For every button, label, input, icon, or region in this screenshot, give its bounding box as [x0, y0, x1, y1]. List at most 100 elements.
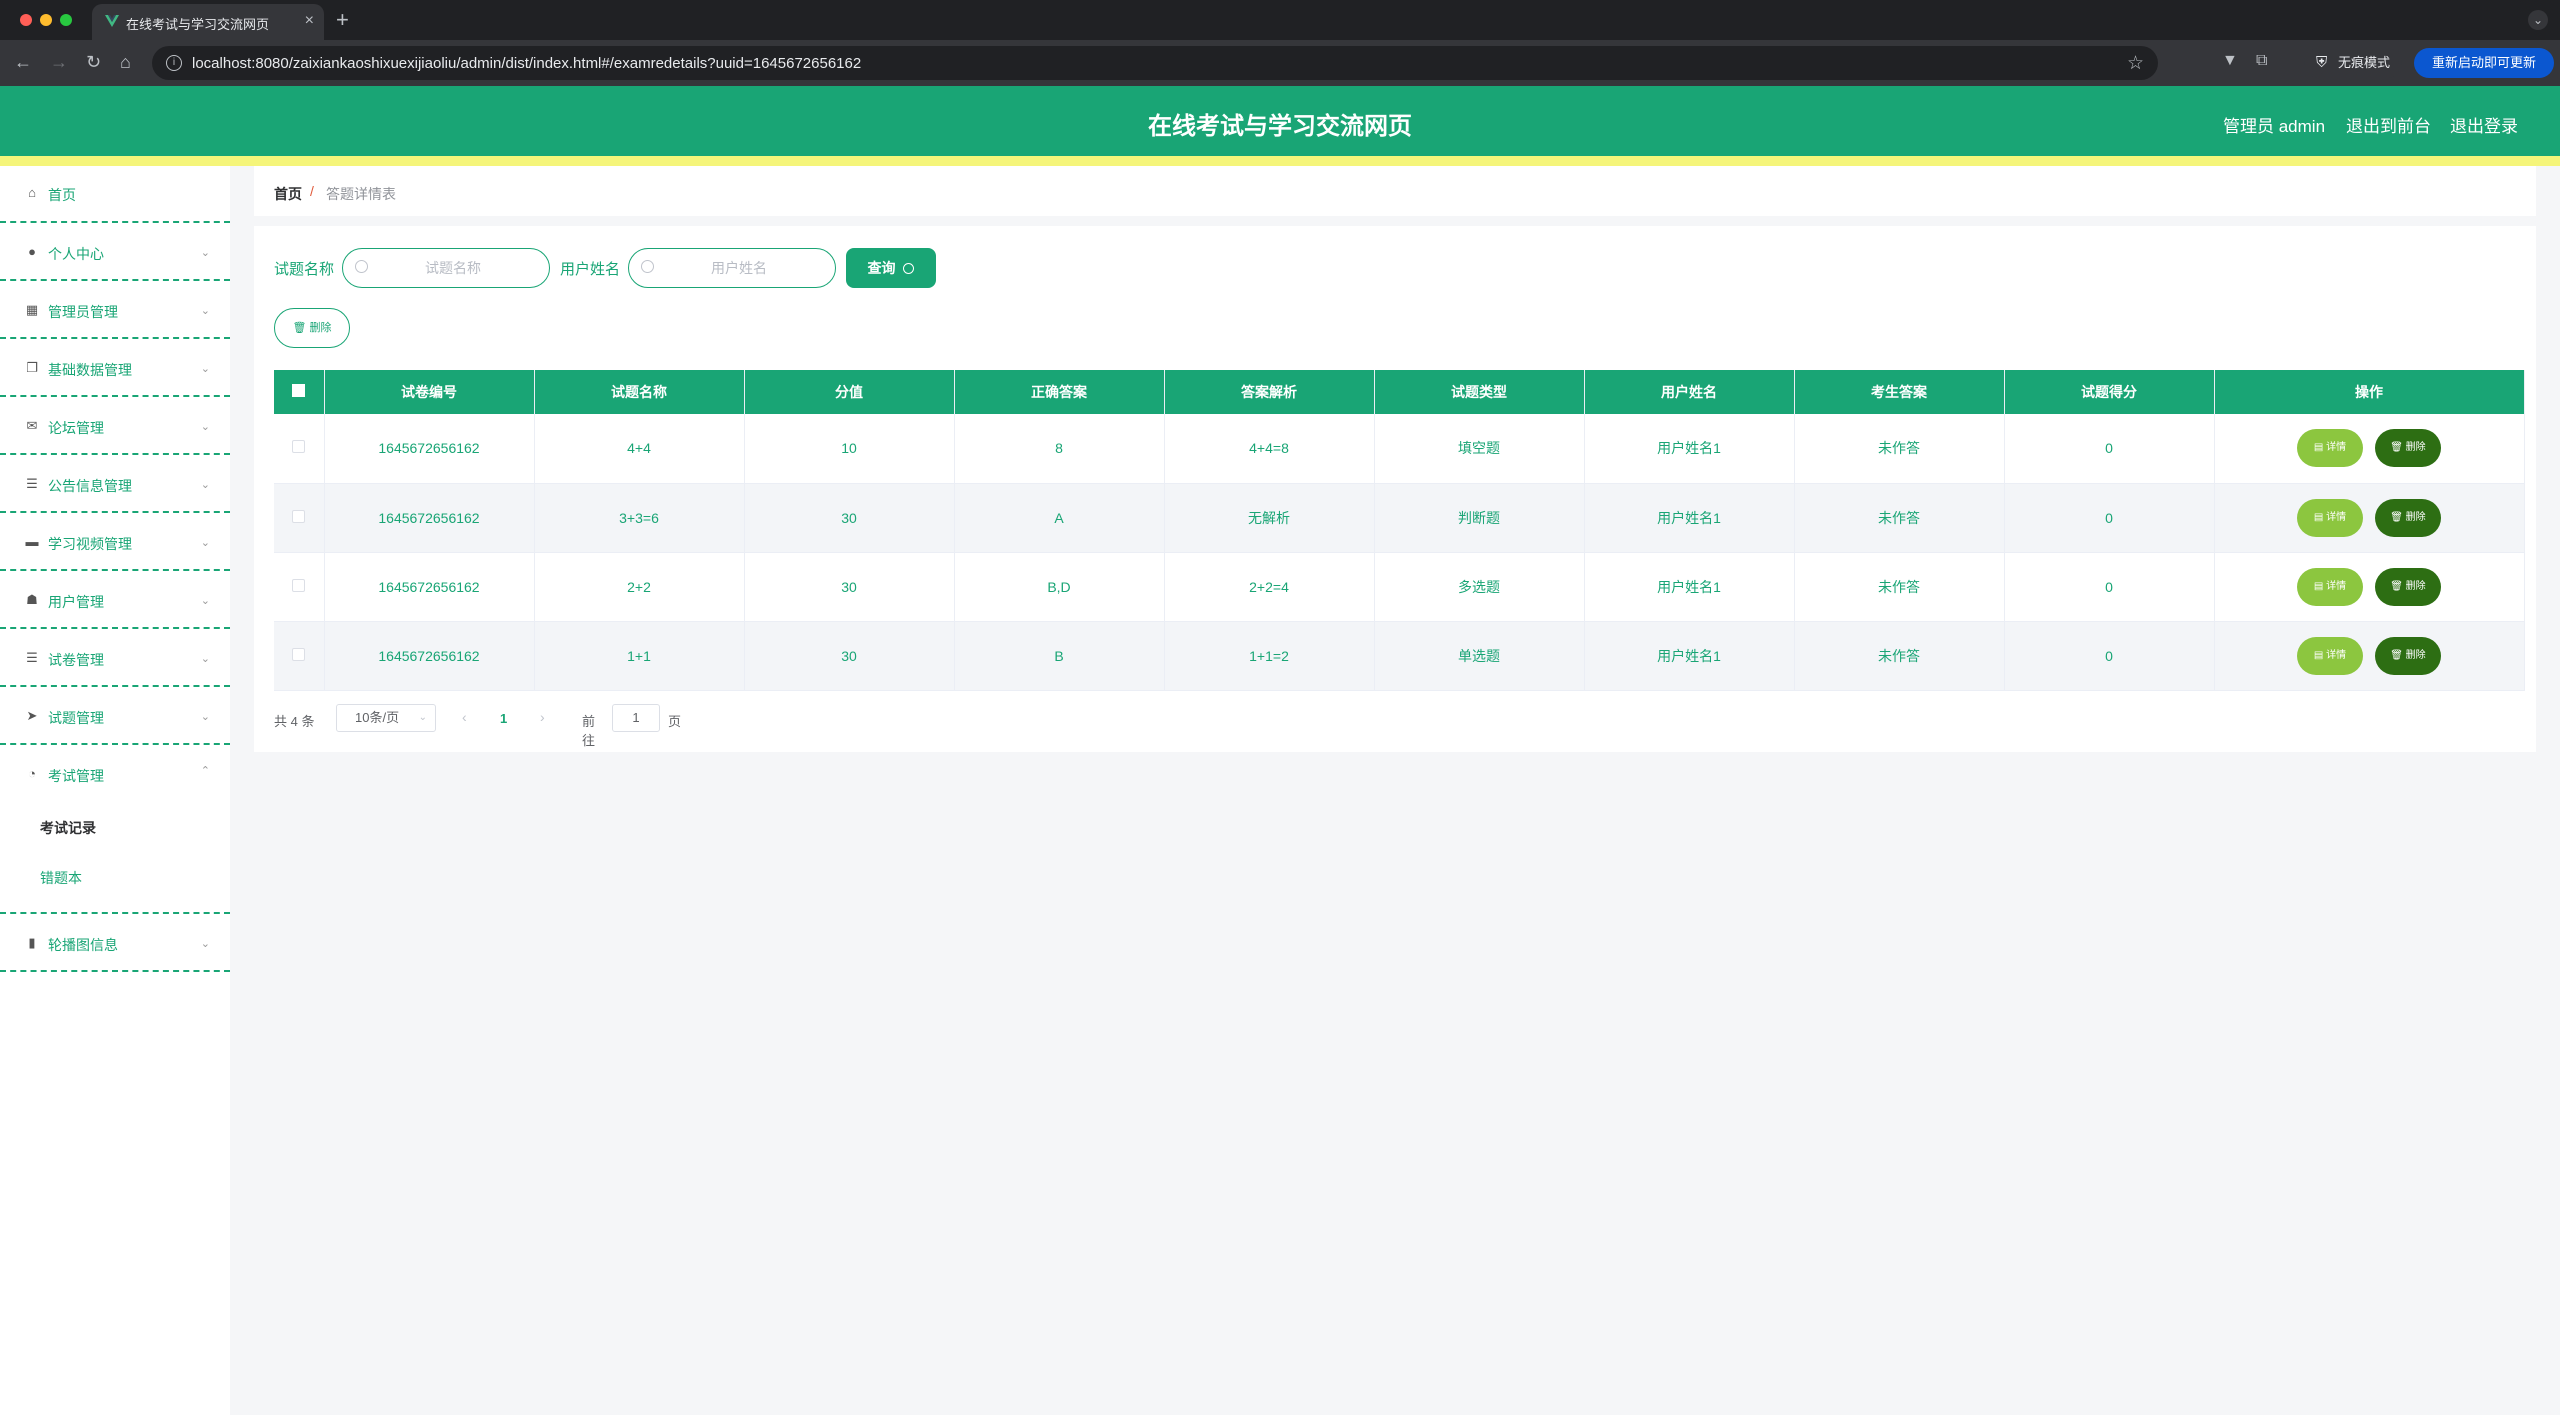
- batch-delete-button[interactable]: 🗑 删除: [274, 308, 350, 348]
- home-icon[interactable]: ⌂: [120, 52, 131, 72]
- sidebar-item-exams[interactable]: ◔ 考试管理 ⌃ 考试记录 错题本: [0, 746, 230, 914]
- delete-label: 删除: [2405, 511, 2426, 523]
- detail-label: 详情: [2326, 649, 2347, 661]
- logout-link[interactable]: 退出登录: [2450, 112, 2518, 137]
- sidebar-item-carousel[interactable]: ▮ 轮播图信息 ⌄: [0, 915, 230, 972]
- chevron-down-icon: ⌄: [200, 938, 210, 950]
- query-button[interactable]: 查询: [846, 248, 936, 288]
- detail-button[interactable]: ▤ 详情: [2297, 567, 2364, 606]
- sidebar-item-forum[interactable]: ✉ 论坛管理 ⌄: [0, 398, 230, 455]
- table-cell: 用户姓名1: [1584, 414, 1795, 484]
- close-window-button[interactable]: [20, 14, 32, 26]
- sidebar-item-label: 个人中心: [48, 246, 104, 262]
- submenu-wrong-questions[interactable]: 错题本: [40, 868, 82, 888]
- send-icon: ➤: [26, 708, 38, 723]
- table-cell: A: [954, 483, 1165, 553]
- table-cell: 3+3=6: [534, 483, 745, 553]
- page-unit-label: 页: [668, 714, 682, 729]
- goto-page-input[interactable]: 1: [612, 704, 660, 732]
- sidebar-item-notices[interactable]: ☰ 公告信息管理 ⌄: [0, 456, 230, 513]
- sidebar-item-label: 论坛管理: [48, 420, 104, 436]
- incognito-icon: ⛨: [2316, 54, 2328, 71]
- doc-icon: ▤: [2313, 511, 2327, 523]
- page-size-select[interactable]: 10条/页 ⌄: [336, 704, 436, 732]
- table-cell: 1+1=2: [1164, 621, 1375, 691]
- list-icon: ☰: [26, 476, 38, 491]
- reload-icon[interactable]: ↻: [86, 52, 101, 72]
- question-name-input[interactable]: [373, 257, 533, 279]
- question-name-field[interactable]: [342, 248, 550, 288]
- user-name-field[interactable]: [628, 248, 836, 288]
- chevron-down-icon: ⌄: [200, 421, 210, 433]
- delete-button[interactable]: 🗑 删除: [2374, 429, 2441, 468]
- row-checkbox[interactable]: [292, 440, 306, 454]
- puzzle-icon[interactable]: ⧉: [2256, 52, 2267, 70]
- table-cell: B: [954, 621, 1165, 691]
- forward-icon[interactable]: →: [50, 52, 68, 72]
- goto-label: 前往: [582, 714, 596, 748]
- home-icon: ⌂: [28, 185, 36, 200]
- sidebar-item-admins[interactable]: ▦ 管理员管理 ⌄: [0, 282, 230, 339]
- sidebar-item-users[interactable]: ☗ 用户管理 ⌄: [0, 572, 230, 629]
- submenu-exam-records[interactable]: 考试记录: [40, 818, 96, 838]
- sidebar-item-label: 基础数据管理: [48, 362, 132, 378]
- row-checkbox[interactable]: [292, 509, 306, 523]
- row-checkbox[interactable]: [292, 578, 306, 592]
- back-to-front-link[interactable]: 退出到前台: [2346, 112, 2431, 137]
- back-icon[interactable]: ←: [14, 52, 32, 72]
- table-cell: 未作答: [1794, 483, 2005, 553]
- sidebar-item-papers[interactable]: ☰ 试卷管理 ⌄: [0, 630, 230, 687]
- tab-search-icon[interactable]: ⌄: [2528, 10, 2548, 30]
- sidebar-item-label: 考试管理: [48, 768, 104, 784]
- table-cell: B,D: [954, 552, 1165, 622]
- next-page-icon[interactable]: ›: [540, 709, 545, 725]
- minimize-window-button[interactable]: [40, 14, 52, 26]
- delete-button[interactable]: 🗑 删除: [2374, 636, 2441, 675]
- table-cell: 2+2=4: [1164, 552, 1375, 622]
- sidebar-item-personal[interactable]: ● 个人中心 ⌄: [0, 224, 230, 281]
- bookmark-star-icon[interactable]: ☆: [2127, 52, 2144, 75]
- table-cell: 0: [2004, 483, 2215, 553]
- sidebar-item-home[interactable]: ⌂ 首页: [0, 166, 230, 223]
- chevron-down-icon: ⌄: [200, 711, 210, 723]
- chart-icon: ▮: [28, 935, 36, 950]
- chevron-down-icon: ⌄: [200, 363, 210, 375]
- table-cell: 10: [744, 414, 955, 484]
- sidebar-item-label: 管理员管理: [48, 304, 118, 320]
- site-info-icon[interactable]: i: [166, 55, 182, 71]
- table-cell: 1645672656162: [324, 483, 535, 553]
- url-text[interactable]: localhost:8080/zaixiankaoshixuexijiaoliu…: [192, 55, 861, 72]
- table-header-row: 试卷编号 试题名称 分值 正确答案 答案解析 试题类型 用户姓名 考生答案 试题…: [274, 370, 2525, 414]
- update-button[interactable]: 重新启动即可更新: [2414, 48, 2554, 78]
- sidebar-item-label: 用户管理: [48, 594, 104, 610]
- sidebar-item-questions[interactable]: ➤ 试题管理 ⌄: [0, 688, 230, 745]
- maximize-window-button[interactable]: [60, 14, 72, 26]
- breadcrumb-home[interactable]: 首页: [274, 184, 302, 204]
- select-all-checkbox[interactable]: [292, 384, 306, 397]
- breadcrumb-separator: /: [310, 183, 314, 199]
- row-checkbox[interactable]: [292, 647, 306, 661]
- tab-close-icon[interactable]: ×: [305, 12, 314, 30]
- sidebar-item-label: 公告信息管理: [48, 478, 132, 494]
- sidebar-item-videos[interactable]: ▬ 学习视频管理 ⌄: [0, 514, 230, 571]
- detail-button[interactable]: ▤ 详情: [2297, 636, 2364, 675]
- incognito-badge[interactable]: ⛨ 无痕模式: [2304, 48, 2403, 78]
- prev-page-icon[interactable]: ‹: [462, 709, 467, 725]
- detail-button[interactable]: ▤ 详情: [2297, 429, 2364, 468]
- user-name-input[interactable]: [659, 257, 819, 279]
- address-bar[interactable]: i localhost:8080/zaixiankaoshixuexijiaol…: [152, 46, 2158, 80]
- page-number[interactable]: 1: [500, 711, 507, 726]
- doc-icon: ▤: [2313, 649, 2327, 661]
- new-tab-icon[interactable]: +: [336, 8, 349, 32]
- select-all-cell[interactable]: [274, 370, 325, 414]
- detail-button[interactable]: ▤ 详情: [2297, 498, 2364, 537]
- extension-icon[interactable]: ▼: [2222, 52, 2238, 70]
- chevron-down-icon: ⌄: [200, 247, 210, 259]
- delete-button[interactable]: 🗑 删除: [2374, 567, 2441, 606]
- table-cell: 1645672656162: [324, 552, 535, 622]
- browser-tab[interactable]: 在线考试与学习交流网页 ×: [92, 4, 324, 40]
- delete-button[interactable]: 🗑 删除: [2374, 498, 2441, 537]
- breadcrumb-current: 答题详情表: [326, 186, 396, 202]
- sidebar-item-basic-data[interactable]: ❐ 基础数据管理 ⌄: [0, 340, 230, 397]
- search-icon: [355, 260, 368, 273]
